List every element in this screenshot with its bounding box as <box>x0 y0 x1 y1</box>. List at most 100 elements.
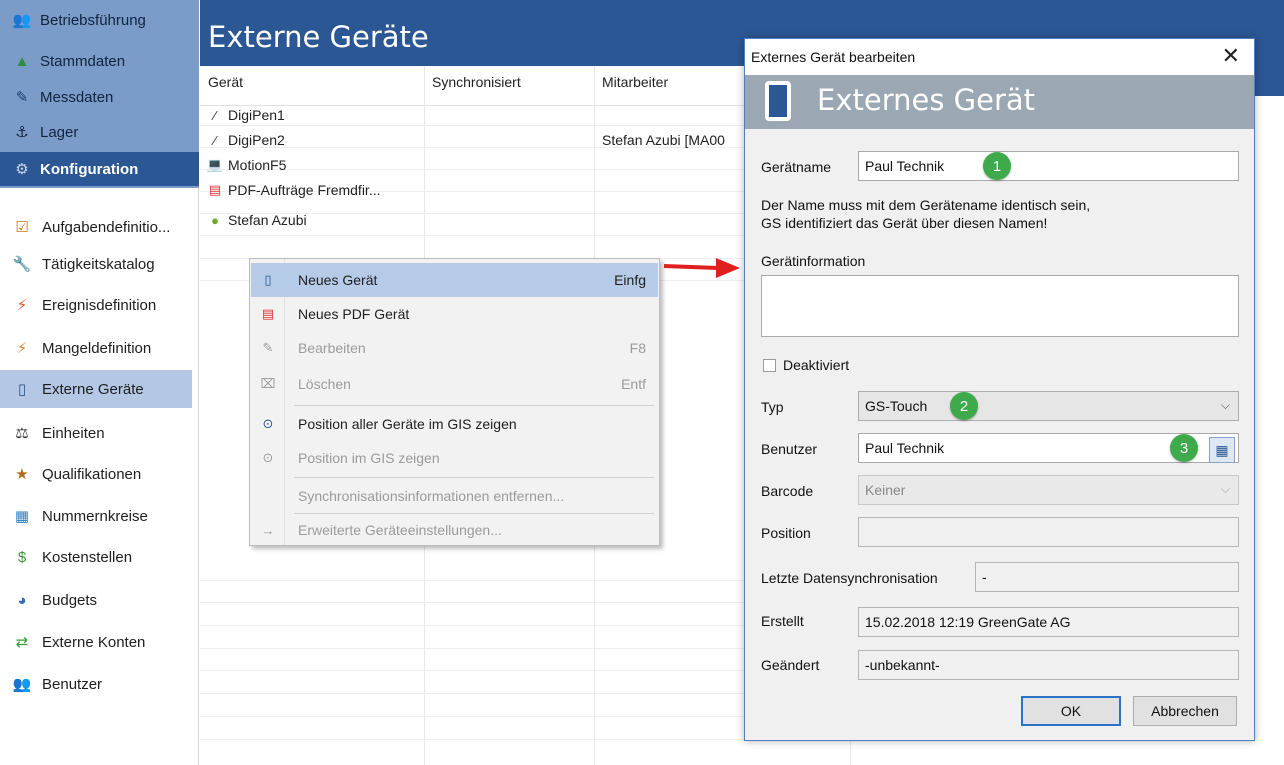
pdf-icon: ▤ <box>261 306 275 321</box>
sidebar-module-betriebsfuehrung[interactable]: 👥 Betriebsführung <box>0 4 199 36</box>
wrench-icon: 🔧 <box>12 256 32 273</box>
menu-item-neues-pdf-geraet[interactable]: ▤ Neues PDF Gerät <box>251 297 658 331</box>
employee-cell: Stefan Azubi [MA00 <box>602 132 725 148</box>
sidebar-item-label: Einheiten <box>42 424 105 442</box>
deaktiviert-label: Deaktiviert <box>783 357 850 373</box>
sidebar-item-einheiten[interactable]: ⚖ Einheiten <box>0 414 192 452</box>
laptop-icon: 💻 <box>206 157 224 172</box>
sidebar-item-label: Budgets <box>42 591 98 609</box>
sidebar-item-aufgabendefinition[interactable]: ☑ Aufgabendefinitio... <box>0 208 192 246</box>
sidebar-item-taetigkeitskatalog[interactable]: 🔧 Tätigkeitskatalog <box>0 245 192 283</box>
geraetname-input[interactable]: Paul Technik <box>858 151 1239 181</box>
qualification-icon: ★ <box>15 466 29 483</box>
gis-all-icon: ⊙ <box>262 416 274 431</box>
menu-item-bearbeiten[interactable]: ✎ Bearbeiten F8 <box>251 331 658 365</box>
sidebar-item-benutzer[interactable]: 👥 Benutzer <box>0 665 192 703</box>
sidebar-item-kostenstellen[interactable]: $ Kostenstellen <box>0 538 192 576</box>
column-header-mitarbeiter[interactable]: Mitarbeiter <box>602 74 668 90</box>
table-row[interactable]: 💻 MotionF5 <box>206 155 286 175</box>
close-icon[interactable]: ✕ <box>1222 43 1240 69</box>
sidebar-item-nummernkreise[interactable]: ▦ Nummernkreise <box>0 497 192 535</box>
sidebar-module-label: Messdaten <box>40 88 114 106</box>
users-icon: 👥 <box>12 676 32 693</box>
user-picker-button[interactable]: ▦ <box>1209 437 1235 463</box>
user-picker-icon: ▦ <box>1215 441 1229 458</box>
menu-item-label: Neues PDF Gerät <box>298 306 410 322</box>
sidebar-item-externe-geraete[interactable]: ▯ Externe Geräte <box>0 370 192 408</box>
deaktiviert-checkbox[interactable] <box>763 359 776 372</box>
table-row[interactable]: ∕ DigiPen1 <box>206 105 285 125</box>
sidebar-item-label: Externe Konten <box>42 633 146 651</box>
step-badge-2: 2 <box>950 392 978 420</box>
dialog-titlebar[interactable]: Externes Gerät bearbeiten ✕ <box>745 39 1254 75</box>
blank-icon <box>258 486 278 506</box>
table-row[interactable]: ▤ PDF-Aufträge Fremdfir... <box>206 180 381 200</box>
menu-item-sync-info-entfernen[interactable]: Synchronisationsinformationen entfernen.… <box>251 479 658 513</box>
sidebar-module-messdaten[interactable]: ✎ Messdaten <box>0 81 199 113</box>
edit-icon: ✎ <box>262 340 274 355</box>
sidebar-item-label: Aufgabendefinitio... <box>42 218 171 236</box>
device-name: MotionF5 <box>228 157 287 173</box>
barcode-label: Barcode <box>761 483 814 499</box>
typ-select[interactable]: GS-Touch ⌵ <box>858 391 1239 421</box>
device-name: Stefan Azubi <box>228 212 307 228</box>
sidebar-item-mangeldefinition[interactable]: ⚡ Mangeldefinition <box>0 329 192 367</box>
sidebar-item-ereignisdefinition[interactable]: ⚡ Ereignisdefinition <box>0 286 192 324</box>
defect-icon: ⚡ <box>16 340 28 357</box>
menu-item-loeschen[interactable]: ⌧ Löschen Entf <box>251 367 658 401</box>
menu-item-label: Erweiterte Geräteeinstellungen... <box>298 522 502 538</box>
edit-device-dialog: Externes Gerät bearbeiten ✕ Externes Ger… <box>744 38 1255 741</box>
tablet-icon <box>765 81 791 121</box>
sidebar-module-lager[interactable]: ⚓ Lager <box>0 116 199 148</box>
sidebar-item-label: Nummernkreise <box>42 507 148 525</box>
dialog-banner-title: Externes Gerät <box>817 83 1036 117</box>
weight-icon: ⚖ <box>15 425 29 442</box>
tablet-icon: ▯ <box>17 381 27 398</box>
cancel-button[interactable]: Abbrechen <box>1133 696 1237 726</box>
sidebar: 👥 Betriebsführung ▲ Stammdaten ✎ Messdat… <box>0 0 199 765</box>
sidebar-item-externe-konten[interactable]: ⇄ Externe Konten <box>0 623 192 661</box>
hint-text: GS identifiziert das Gerät über diesen N… <box>761 215 1048 231</box>
column-header-synchronisiert[interactable]: Synchronisiert <box>432 74 521 90</box>
menu-item-label: Position im GIS zeigen <box>298 450 440 466</box>
geraetinformation-textarea[interactable] <box>761 275 1239 337</box>
sidebar-item-label: Externe Geräte <box>42 380 144 398</box>
sidebar-item-label: Tätigkeitskatalog <box>42 255 155 273</box>
table-row[interactable]: ∕ DigiPen2 <box>206 130 285 150</box>
sidebar-item-label: Mangeldefinition <box>42 339 152 357</box>
erstellt-label: Erstellt <box>761 613 804 629</box>
warehouse-icon: ⚓ <box>15 124 29 141</box>
sidebar-item-budgets[interactable]: ◕ Budgets <box>0 581 192 619</box>
barcode-select[interactable]: Keiner ⌵ <box>858 475 1239 505</box>
menu-item-erweiterte-einstellungen[interactable]: → Erweiterte Geräteeinstellungen... <box>251 513 658 547</box>
pen-icon: ∕ <box>213 132 217 148</box>
device-name: PDF-Aufträge Fremdfir... <box>228 182 381 198</box>
sidebar-module-stammdaten[interactable]: ▲ Stammdaten <box>0 45 199 77</box>
letzte-sync-label: Letzte Datensynchronisation <box>761 570 938 586</box>
header-edge <box>1255 66 1284 96</box>
ok-button[interactable]: OK <box>1021 696 1121 726</box>
sidebar-module-konfiguration[interactable]: ⚙ Konfiguration <box>0 152 199 186</box>
pdf-icon: ▤ <box>208 182 222 197</box>
sidebar-item-qualifikationen[interactable]: ★ Qualifikationen <box>0 455 192 493</box>
budget-icon: ◕ <box>17 591 27 609</box>
menu-item-neues-geraet[interactable]: ▯ Neues Gerät Einfg <box>251 263 658 297</box>
menu-item-label: Synchronisationsinformationen entfernen.… <box>298 488 565 504</box>
pen-icon: ∕ <box>213 107 217 123</box>
menu-item-position-im-gis[interactable]: ⊙ Position im GIS zeigen <box>251 441 658 475</box>
number-range-icon: ▦ <box>14 508 30 525</box>
menu-item-label: Bearbeiten <box>298 340 366 356</box>
tablet-icon: ▯ <box>264 272 272 287</box>
column-header-geraet[interactable]: Gerät <box>208 74 243 90</box>
android-icon: ● <box>211 212 219 228</box>
sidebar-item-label: Ereignisdefinition <box>42 296 157 314</box>
dialog-title: Externes Gerät bearbeiten <box>751 49 916 65</box>
erstellt-field: 15.02.2018 12:19 GreenGate AG <box>858 607 1239 637</box>
table-row[interactable]: ● Stefan Azubi <box>206 210 307 230</box>
position-label: Position <box>761 525 811 541</box>
menu-item-label: Neues Gerät <box>298 272 378 288</box>
typ-value: GS-Touch <box>865 398 928 414</box>
menu-item-label: Löschen <box>298 376 351 392</box>
menu-item-position-aller-geraete[interactable]: ⊙ Position aller Geräte im GIS zeigen <box>251 407 658 441</box>
management-icon: 👥 <box>12 12 32 29</box>
